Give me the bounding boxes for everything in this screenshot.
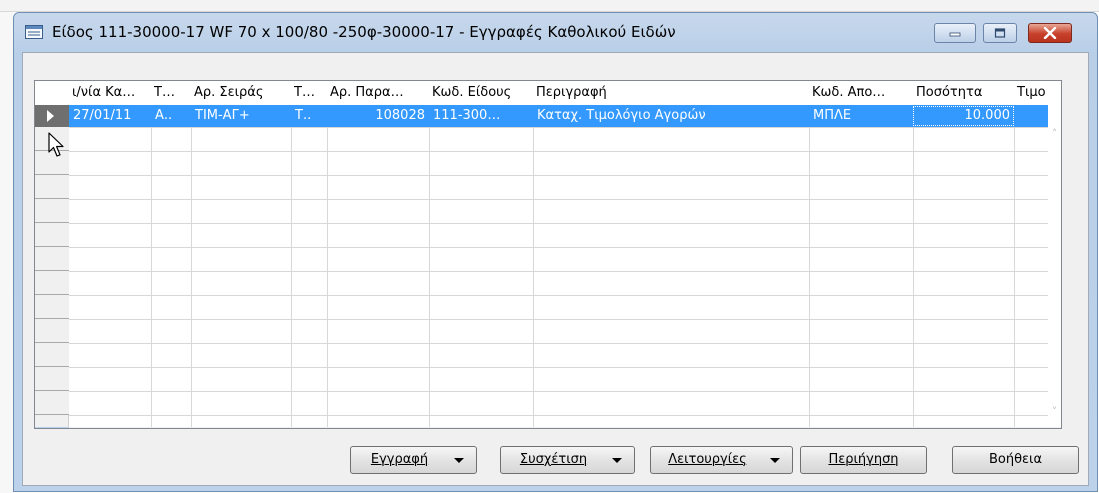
maximize-button[interactable]: [983, 23, 1017, 43]
column-header-item-no[interactable]: Κωδ. Είδους: [429, 81, 533, 105]
row-selector[interactable]: [35, 391, 69, 415]
grid-corner: [35, 427, 69, 428]
entry-button-label: Εγγραφή: [370, 452, 429, 467]
grid-row-line: [69, 223, 1048, 224]
grid-row-line: [69, 199, 1048, 200]
column-header-price[interactable]: Τιμο: [1014, 81, 1048, 105]
close-icon: [1043, 27, 1057, 39]
close-button[interactable]: [1028, 23, 1072, 43]
grid-column-line: [533, 105, 534, 427]
cell-price[interactable]: [1014, 105, 1048, 127]
grid-column-line: [191, 105, 192, 427]
grid-row-line: [69, 151, 1048, 152]
row-selector[interactable]: [35, 343, 69, 367]
help-button-label: Βοήθεια: [988, 452, 1043, 467]
grid-row-line: [69, 367, 1048, 368]
navigate-button[interactable]: Περιήγηση: [800, 446, 927, 474]
current-row-arrow-icon: [47, 110, 54, 122]
column-header-document-type[interactable]: Τ…: [291, 81, 327, 105]
maximize-icon: [994, 28, 1006, 38]
row-selector[interactable]: [35, 199, 69, 223]
quantity-focus-box: [913, 106, 1014, 126]
minimize-icon: [949, 32, 961, 37]
row-selector[interactable]: [35, 175, 69, 199]
cell-document-no[interactable]: 108028: [327, 105, 429, 127]
cell-entry-type[interactable]: Α..: [151, 105, 191, 127]
cell-series-no[interactable]: ΤΙΜ-ΑΓ+: [191, 105, 291, 127]
grid-row-line: [69, 343, 1048, 344]
scroll-up-icon[interactable]: ˄: [1048, 127, 1061, 140]
column-header-series-no[interactable]: Αρ. Σειράς: [191, 81, 291, 105]
functions-menu-button[interactable]: Λειτουργίες: [650, 446, 793, 474]
form-icon: [25, 25, 43, 39]
column-header-entry-type[interactable]: Τ…: [151, 81, 191, 105]
window-title: Είδος 111-30000-17 WF 70 x 100/80 -250φ-…: [52, 23, 676, 41]
grid-column-line: [1014, 105, 1015, 427]
mouse-cursor-icon: [48, 132, 64, 157]
help-button[interactable]: Βοήθεια: [952, 446, 1079, 474]
grid-row-line: [69, 127, 1048, 128]
scroll-left-icon[interactable]: ‹: [79, 428, 86, 429]
item-ledger-window: Είδος 111-30000-17 WF 70 x 100/80 -250φ-…: [13, 12, 1098, 492]
grid-column-line: [291, 105, 292, 427]
client-area: ι/νία Κα… Τ… Αρ. Σειράς Τ… Αρ. Παρα… Κωδ…: [22, 52, 1089, 486]
cell-posting-date[interactable]: 27/01/11: [69, 105, 151, 127]
entry-menu-button[interactable]: Εγγραφή: [350, 446, 477, 474]
row-selector[interactable]: [35, 271, 69, 295]
cell-description[interactable]: Καταχ. Τιμολόγιο Αγορών: [533, 105, 809, 127]
grid-column-line: [913, 105, 914, 427]
column-header-quantity[interactable]: Ποσότητα: [913, 81, 1014, 105]
scroll-down-icon[interactable]: ˅: [1048, 405, 1061, 418]
functions-button-label: Λειτουργίες: [668, 452, 747, 467]
dropdown-arrow-icon: [770, 458, 780, 463]
cell-location-code[interactable]: ΜΠΛΕ: [809, 105, 913, 127]
row-selector[interactable]: [35, 247, 69, 271]
dropdown-arrow-icon: [454, 458, 464, 463]
row-selector[interactable]: [35, 223, 69, 247]
grid-row-line: [69, 391, 1048, 392]
grid-column-line: [809, 105, 810, 427]
scroll-right-icon[interactable]: ›: [1039, 428, 1046, 429]
correlation-button-label: Συσχέτιση: [519, 452, 588, 467]
row-selector[interactable]: [35, 295, 69, 319]
grid-row-line: [69, 295, 1048, 296]
grid-row-line: [69, 271, 1048, 272]
grid-row-line: [69, 175, 1048, 176]
desktop-strip-left: [0, 12, 13, 493]
cell-document-type[interactable]: Τ..: [291, 105, 327, 127]
column-header-document-no[interactable]: Αρ. Παρα…: [327, 81, 429, 105]
grid-column-line: [151, 105, 152, 427]
title-bar[interactable]: Είδος 111-30000-17 WF 70 x 100/80 -250φ-…: [14, 13, 1097, 53]
grid-row-line: [69, 319, 1048, 320]
vertical-scrollbar[interactable]: ˄ ˅: [1048, 105, 1061, 427]
grid-column-line: [327, 105, 328, 427]
horizontal-scrollbar[interactable]: ‹ ›: [69, 427, 1061, 429]
grid-column-line: [429, 105, 430, 427]
column-header-row: ι/νία Κα… Τ… Αρ. Σειράς Τ… Αρ. Παρα… Κωδ…: [35, 81, 1061, 105]
correlation-menu-button[interactable]: Συσχέτιση: [500, 446, 635, 474]
cell-item-no[interactable]: 111-300…: [429, 105, 533, 127]
ledger-grid[interactable]: ι/νία Κα… Τ… Αρ. Σειράς Τ… Αρ. Παρα… Κωδ…: [34, 80, 1062, 429]
row-selector[interactable]: [35, 367, 69, 391]
grid-row-line: [69, 247, 1048, 248]
column-header-description[interactable]: Περιγραφή: [533, 81, 809, 105]
navigate-button-label: Περιήγηση: [828, 452, 899, 467]
row-selector[interactable]: [35, 319, 69, 343]
column-header-location-code[interactable]: Κωδ. Απο…: [809, 81, 913, 105]
grid-row-line: [69, 415, 1048, 416]
column-header-posting-date[interactable]: ι/νία Κα…: [69, 81, 151, 105]
dropdown-arrow-icon: [612, 458, 622, 463]
minimize-button[interactable]: [934, 23, 976, 43]
